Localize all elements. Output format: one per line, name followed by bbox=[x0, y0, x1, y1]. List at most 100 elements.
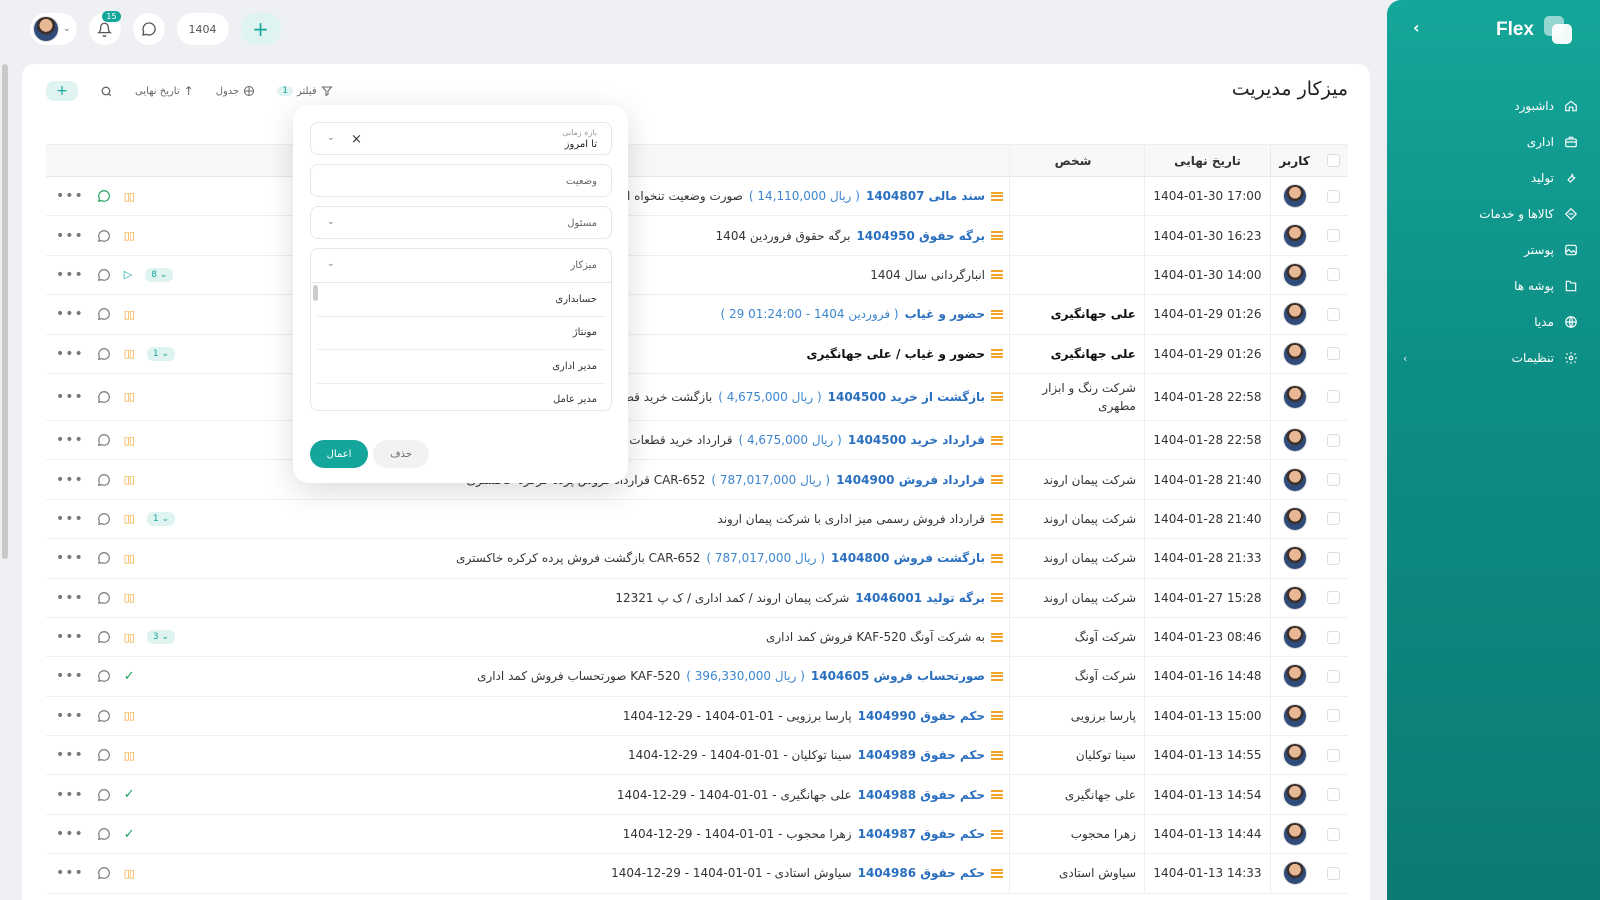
table-row[interactable]: 1404-01-28 22:58 قرارداد خرید 1404500 ( 4,… bbox=[46, 420, 1348, 461]
row-checkbox[interactable] bbox=[1318, 709, 1348, 723]
desk-field[interactable]: میزکار ⌄ bbox=[310, 248, 612, 283]
row-title[interactable]: برگه تولید 14046001 شرکت پیمان اروند / کم… bbox=[186, 579, 1009, 617]
more-options-icon[interactable]: ••• bbox=[56, 590, 84, 606]
table-row[interactable]: 1404-01-29 01:26 علی جهانگیری حضور و غیاب … bbox=[46, 334, 1348, 374]
clear-icon[interactable]: × bbox=[351, 132, 362, 147]
subtask-counter[interactable]: 3 ⌄ bbox=[146, 630, 176, 645]
chat-icon[interactable] bbox=[97, 551, 111, 565]
table-row[interactable]: 1404-01-13 14:54 علی جهانگیری حکم حقوق 140… bbox=[46, 775, 1348, 815]
row-checkbox[interactable] bbox=[1318, 433, 1348, 447]
record-link[interactable]: حکم حقوق 1404987 bbox=[858, 827, 985, 841]
chat-icon[interactable] bbox=[97, 788, 111, 802]
apply-button[interactable]: اعمال bbox=[310, 440, 368, 468]
table-row[interactable]: 1404-01-28 21:40 شرکت پیمان اروند قرارداد … bbox=[46, 499, 1348, 540]
pause-icon[interactable]: ▯▯ bbox=[124, 867, 135, 880]
record-link[interactable]: قرارداد خرید 1404500 bbox=[848, 433, 985, 447]
chat-icon[interactable] bbox=[97, 591, 111, 605]
record-link[interactable]: حضور و غیاب bbox=[905, 307, 985, 321]
row-checkbox[interactable] bbox=[1318, 189, 1348, 203]
check-icon[interactable]: ✓ bbox=[124, 787, 135, 802]
row-title[interactable]: قرارداد فروش رسمی میز اداری با شرکت پیما… bbox=[186, 500, 1009, 538]
status-field[interactable]: وضعیت bbox=[310, 164, 612, 197]
table-row[interactable]: 1404-01-29 01:26 علی جهانگیری حضور و غیاب (… bbox=[46, 295, 1348, 335]
more-options-icon[interactable]: ••• bbox=[56, 267, 84, 283]
row-title[interactable]: حکم حقوق 1404988 علی جهانگیری - 01-01-140… bbox=[186, 775, 1009, 813]
chat-icon[interactable] bbox=[97, 709, 111, 723]
row-checkbox[interactable] bbox=[1318, 512, 1348, 526]
chat-icon[interactable] bbox=[97, 512, 111, 526]
record-link[interactable]: برگه حقوق 1404950 bbox=[856, 229, 985, 243]
pause-icon[interactable]: ▯▯ bbox=[124, 631, 135, 644]
add-button[interactable]: + bbox=[240, 13, 281, 45]
pause-icon[interactable]: ▯▯ bbox=[124, 190, 135, 203]
pause-icon[interactable]: ▯▯ bbox=[124, 552, 135, 565]
chat-icon[interactable] bbox=[97, 473, 111, 487]
table-row[interactable]: 1404-01-13 14:44 زهرا محجوب حکم حقوق 14049… bbox=[46, 814, 1348, 855]
row-title[interactable]: حکم حقوق 1404990 پارسا برزویی - 01-01-140… bbox=[186, 697, 1009, 735]
sidebar-item-0[interactable]: داشبورد bbox=[1403, 88, 1578, 124]
desk-option[interactable]: مونتاژ bbox=[317, 317, 605, 350]
row-checkbox[interactable] bbox=[1318, 827, 1348, 841]
table-row[interactable]: 1404-01-28 21:33 شرکت پیمان اروند بازگشت ف… bbox=[46, 539, 1348, 579]
row-title[interactable]: صورتحساب فروش 1404605 ( 396,330,000 ریال … bbox=[186, 657, 1009, 695]
add-item-button[interactable]: + bbox=[46, 81, 78, 101]
pause-icon[interactable]: ▯▯ bbox=[124, 229, 135, 242]
dropdown-scrollbar[interactable] bbox=[313, 285, 318, 301]
year-selector[interactable]: 1404 bbox=[176, 13, 229, 45]
chat-icon[interactable] bbox=[97, 189, 111, 203]
check-icon[interactable]: ✓ bbox=[124, 827, 135, 842]
desk-option[interactable]: حسابداری bbox=[317, 283, 605, 317]
record-link[interactable]: سند مالی 1404807 bbox=[866, 189, 985, 203]
chat-icon[interactable] bbox=[97, 669, 111, 683]
more-options-icon[interactable]: ••• bbox=[56, 511, 84, 527]
messages-button[interactable] bbox=[132, 13, 165, 45]
chat-icon[interactable] bbox=[97, 866, 111, 880]
sort-button[interactable]: تاریخ نهایی ↑ bbox=[135, 84, 194, 98]
row-title[interactable]: بازگشت فروش 1404800 ( 787,017,000 ریال ) ب… bbox=[186, 539, 1009, 577]
table-row[interactable]: 1404-01-13 14:33 سیاوش استادی حکم حقوق 140… bbox=[46, 854, 1348, 894]
row-checkbox[interactable] bbox=[1318, 630, 1348, 644]
record-link[interactable]: حکم حقوق 1404986 bbox=[858, 866, 985, 880]
row-checkbox[interactable] bbox=[1318, 866, 1348, 880]
more-options-icon[interactable]: ••• bbox=[56, 747, 84, 763]
sidebar-item-6[interactable]: مدیا bbox=[1403, 304, 1578, 340]
pause-icon[interactable]: ▯▯ bbox=[124, 591, 135, 604]
record-link[interactable]: حکم حقوق 1404989 bbox=[858, 748, 985, 762]
chat-icon[interactable] bbox=[97, 827, 111, 841]
more-options-icon[interactable]: ••• bbox=[56, 188, 84, 204]
more-options-icon[interactable]: ••• bbox=[56, 865, 84, 881]
pause-icon[interactable]: ▯▯ bbox=[124, 512, 135, 525]
more-options-icon[interactable]: ••• bbox=[56, 629, 84, 645]
desk-option[interactable]: مدیر اداری bbox=[317, 350, 605, 384]
pause-icon[interactable]: ▯▯ bbox=[124, 434, 135, 447]
sidebar-collapse-button[interactable]: ‹ bbox=[1413, 18, 1420, 37]
chat-icon[interactable] bbox=[97, 347, 111, 361]
row-checkbox[interactable] bbox=[1318, 307, 1348, 321]
row-checkbox[interactable] bbox=[1318, 591, 1348, 605]
chat-icon[interactable] bbox=[97, 748, 111, 762]
row-checkbox[interactable] bbox=[1318, 788, 1348, 802]
pause-icon[interactable]: ▯▯ bbox=[124, 473, 135, 486]
more-options-icon[interactable]: ••• bbox=[56, 708, 84, 724]
table-row[interactable]: 1404-01-30 16:23 برگه حقوق 1404950 برگه حق… bbox=[46, 216, 1348, 256]
more-options-icon[interactable]: ••• bbox=[56, 550, 84, 566]
row-title[interactable]: فروش کمد اداری KAF-520 به شرکت آونگ bbox=[186, 618, 1009, 656]
record-link[interactable]: برگه تولید 14046001 bbox=[855, 591, 985, 605]
record-link[interactable]: صورتحساب فروش 1404605 bbox=[811, 669, 985, 683]
more-options-icon[interactable]: ••• bbox=[56, 346, 84, 362]
play-icon[interactable]: ▷ bbox=[124, 268, 132, 281]
more-options-icon[interactable]: ••• bbox=[56, 389, 84, 405]
page-scrollbar[interactable] bbox=[2, 64, 8, 559]
more-options-icon[interactable]: ••• bbox=[56, 228, 84, 244]
row-checkbox[interactable] bbox=[1318, 347, 1348, 361]
row-title[interactable]: حکم حقوق 1404986 سیاوش استادی - 01-01-140… bbox=[186, 854, 1009, 892]
record-link[interactable]: قرارداد فروش 1404900 bbox=[836, 473, 985, 487]
chat-icon[interactable] bbox=[97, 433, 111, 447]
filter-button[interactable]: 1 فیلتر bbox=[277, 85, 333, 97]
sidebar-item-7[interactable]: تنظیمات ‹ bbox=[1403, 340, 1578, 376]
table-row[interactable]: 1404-01-13 14:55 سینا توکلیان حکم حقوق 140… bbox=[46, 736, 1348, 776]
row-checkbox[interactable] bbox=[1318, 748, 1348, 762]
header-date[interactable]: تاریخ نهایی bbox=[1144, 145, 1270, 176]
chat-icon[interactable] bbox=[97, 307, 111, 321]
table-row[interactable]: 1404-01-13 15:00 پارسا برزویی حکم حقوق 140… bbox=[46, 696, 1348, 737]
